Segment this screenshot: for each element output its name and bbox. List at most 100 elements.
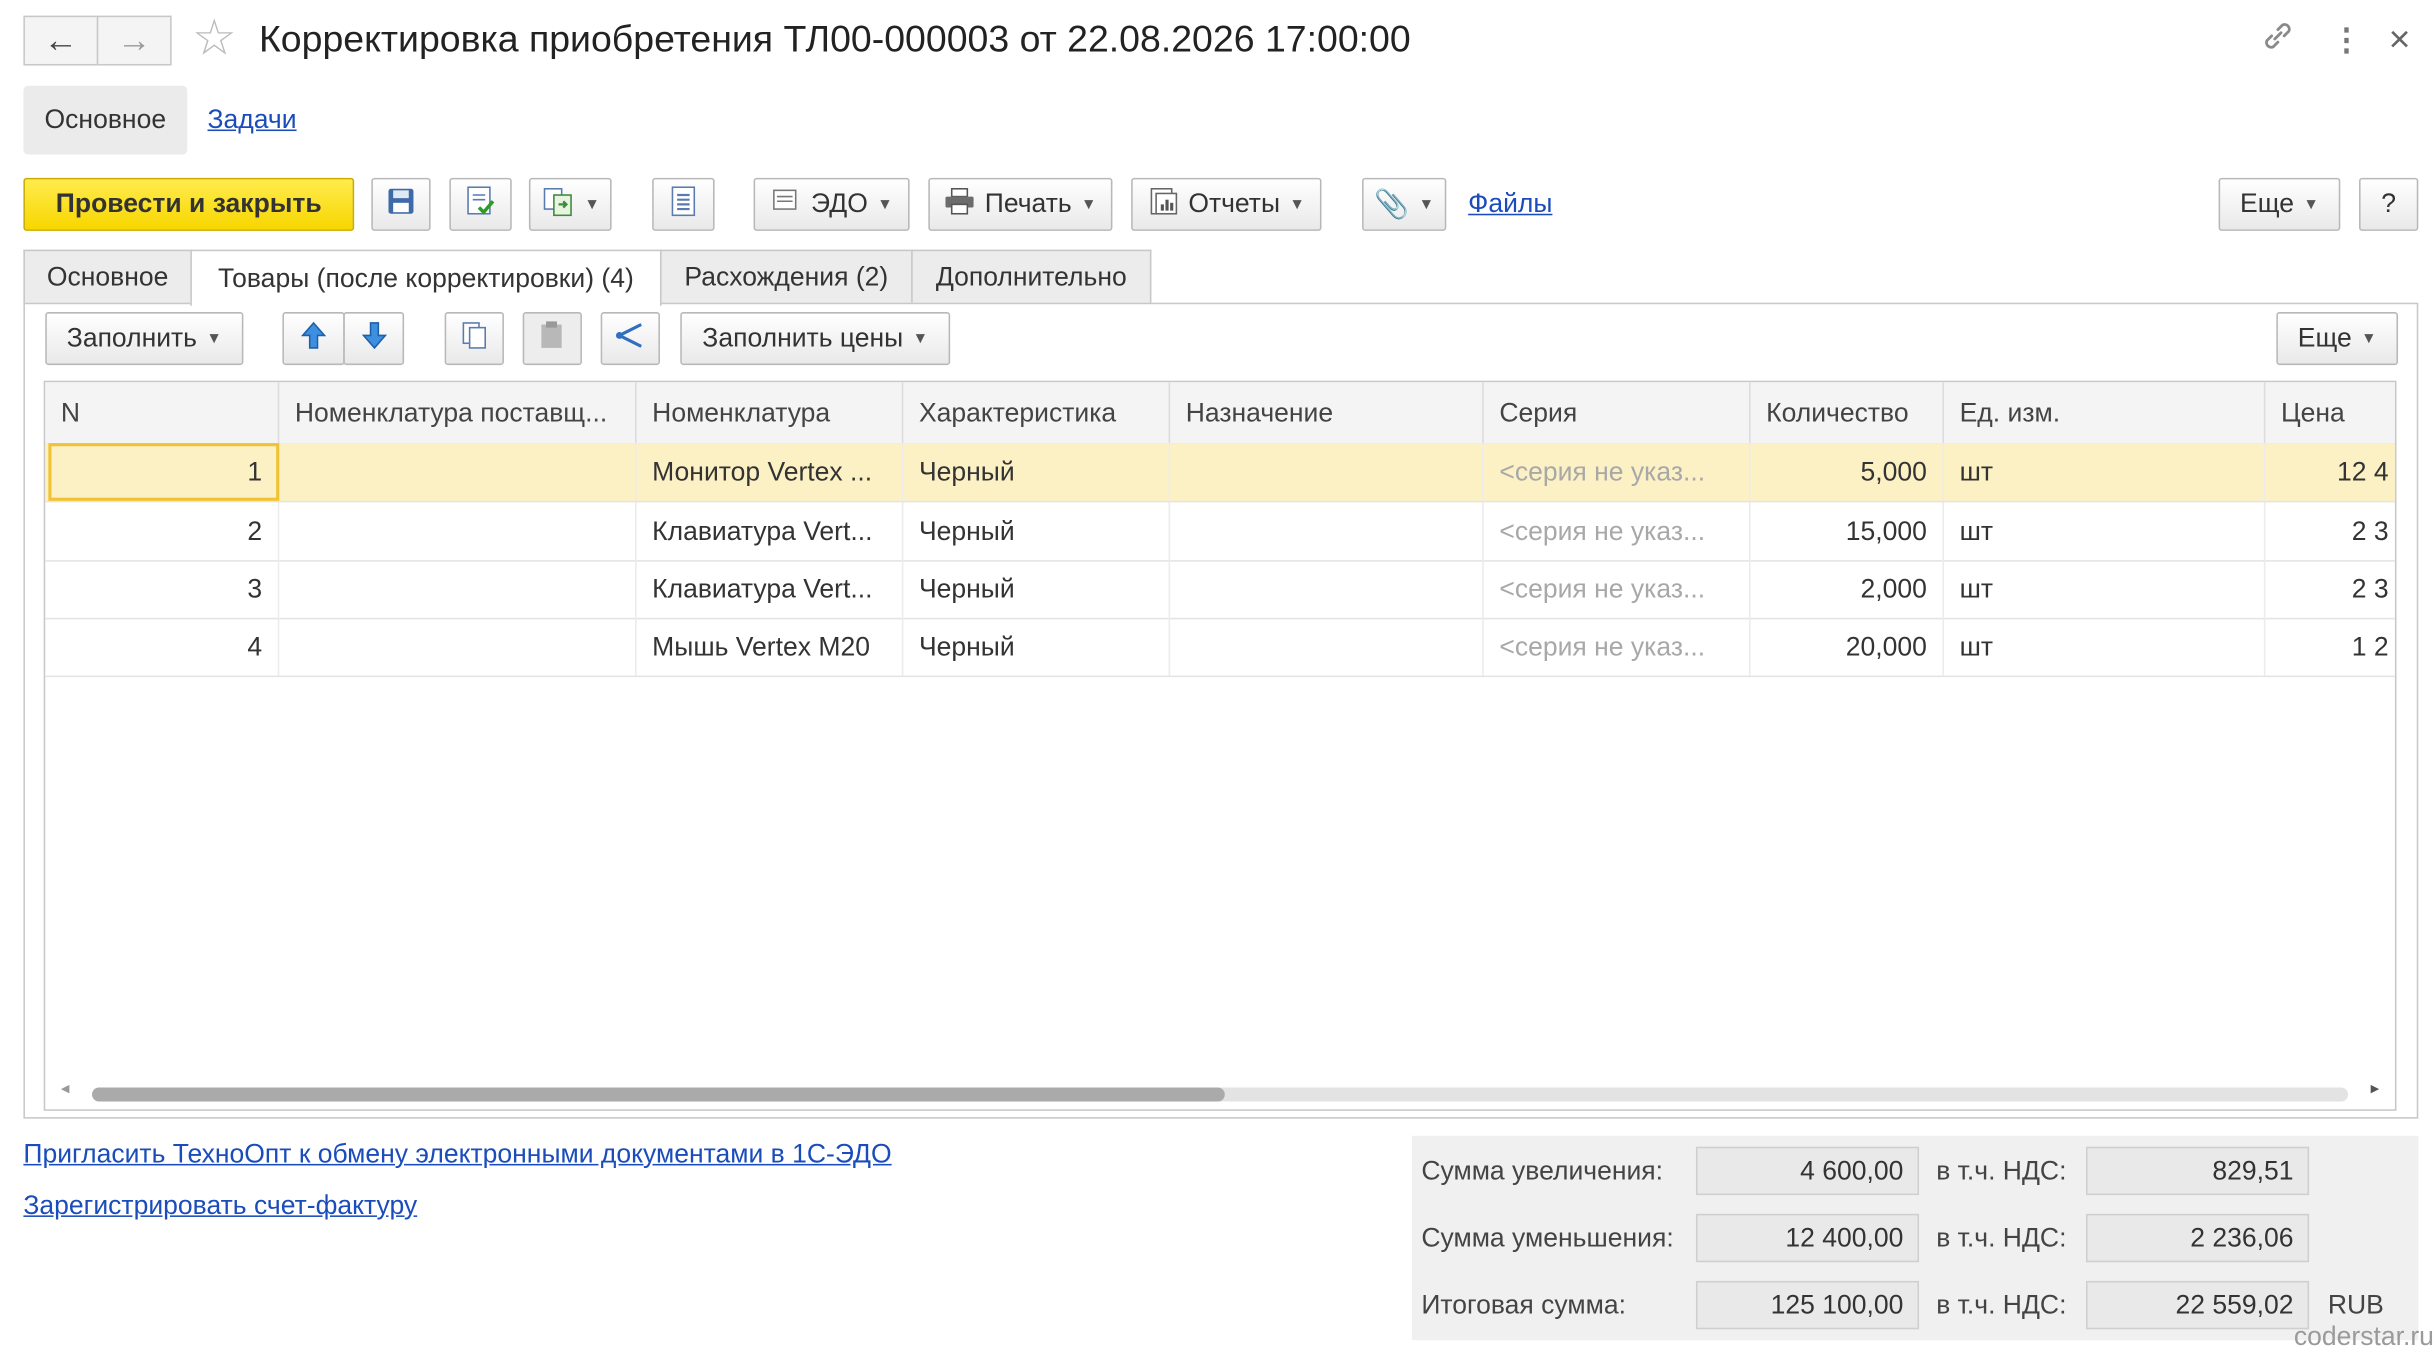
- attach-files-button[interactable]: 📎 ▼: [1362, 177, 1447, 231]
- cell-unit[interactable]: шт: [1944, 560, 2266, 618]
- invite-edo-link[interactable]: Пригласить ТехноОпт к обмену электронным…: [23, 1139, 891, 1170]
- reports-icon: [1148, 185, 1179, 224]
- cell-quantity[interactable]: 2,000: [1751, 560, 1945, 618]
- column-header-quantity[interactable]: Количество: [1751, 382, 1945, 444]
- cell-purpose[interactable]: [1170, 560, 1484, 618]
- more-menu-icon[interactable]: ⋮: [2331, 19, 2362, 63]
- table-more-button[interactable]: Еще ▼: [2276, 312, 2399, 366]
- cell-unit[interactable]: шт: [1944, 502, 2266, 561]
- cell-supplier-item[interactable]: [279, 502, 637, 561]
- cell-price[interactable]: 2 3: [2265, 502, 2394, 560]
- cell-unit[interactable]: шт: [1944, 443, 2266, 501]
- document-title: Корректировка приобретения ТЛ00-000003 о…: [258, 18, 1411, 61]
- print-button[interactable]: Печать ▼: [928, 177, 1113, 231]
- cell-characteristic[interactable]: Черный: [903, 502, 1171, 561]
- save-button[interactable]: [371, 177, 431, 231]
- table-row[interactable]: 2 Клавиатура Vert... Черный <серия не ук…: [45, 502, 2395, 562]
- cell-price[interactable]: 2 3: [2265, 560, 2394, 618]
- increase-label: Сумма увеличения:: [1421, 1156, 1664, 1186]
- scroll-right-icon[interactable]: ▸: [2371, 1078, 2380, 1099]
- post-button[interactable]: [449, 177, 512, 231]
- cell-item[interactable]: Клавиатура Vert...: [637, 560, 904, 618]
- cell-characteristic[interactable]: Черный: [903, 617, 1171, 676]
- table-row[interactable]: 4 Мышь Vertex M20 Черный <серия не указ.…: [45, 617, 2395, 678]
- tab-main[interactable]: Основное: [23, 249, 192, 305]
- paste-button[interactable]: [522, 312, 582, 366]
- cell-n[interactable]: 2: [48, 502, 280, 561]
- chevron-down-icon: ▼: [1289, 195, 1305, 213]
- column-header-characteristic[interactable]: Характеристика: [903, 382, 1171, 444]
- decrease-vat-label: в т.ч. НДС:: [1936, 1223, 2067, 1253]
- arrow-up-icon: [300, 320, 327, 357]
- cell-quantity[interactable]: 20,000: [1751, 617, 1945, 676]
- post-and-close-button[interactable]: Провести и закрыть: [23, 177, 355, 231]
- cell-purpose[interactable]: [1170, 443, 1484, 501]
- column-header-n[interactable]: N: [45, 382, 280, 444]
- scrollbar-thumb[interactable]: [92, 1087, 1225, 1102]
- cell-price[interactable]: 12 4: [2265, 443, 2394, 501]
- column-header-price[interactable]: Цена: [2265, 382, 2394, 443]
- cell-characteristic[interactable]: Черный: [903, 560, 1171, 618]
- back-button[interactable]: ←: [23, 15, 99, 66]
- section-main[interactable]: Основное: [23, 85, 188, 155]
- cell-item[interactable]: Клавиатура Vert...: [637, 502, 904, 561]
- currency-label: RUB: [2327, 1290, 2384, 1320]
- tab-goods[interactable]: Товары (после корректировки) (4): [190, 249, 662, 306]
- cell-quantity[interactable]: 5,000: [1751, 443, 1945, 501]
- files-link[interactable]: Файлы: [1468, 189, 1552, 220]
- cell-characteristic[interactable]: Черный: [903, 443, 1171, 501]
- cell-unit[interactable]: шт: [1944, 617, 2266, 676]
- cell-series[interactable]: <серия не указ...: [1484, 443, 1751, 501]
- cell-price[interactable]: 1 2: [2265, 618, 2394, 676]
- table-row[interactable]: 1 Монитор Vertex ... Черный <серия не ук…: [45, 443, 2395, 503]
- cell-purpose[interactable]: [1170, 502, 1484, 561]
- move-up-button[interactable]: [282, 312, 345, 366]
- reports-button[interactable]: Отчеты ▼: [1131, 177, 1322, 231]
- column-header-purpose[interactable]: Назначение: [1170, 382, 1484, 444]
- split-row-button[interactable]: [600, 312, 660, 366]
- scroll-left-icon[interactable]: ◂: [61, 1078, 70, 1099]
- cell-item[interactable]: Мышь Vertex M20: [637, 617, 904, 676]
- cell-n[interactable]: 3: [48, 560, 280, 618]
- edo-icon: [770, 186, 801, 222]
- more-button[interactable]: Еще ▼: [2218, 177, 2341, 231]
- edo-button[interactable]: ЭДО ▼: [753, 177, 910, 231]
- cell-series[interactable]: <серия не указ...: [1484, 502, 1751, 561]
- fill-prices-button[interactable]: Заполнить цены ▼: [680, 312, 951, 366]
- help-button[interactable]: ?: [2359, 177, 2419, 231]
- fill-button[interactable]: Заполнить ▼: [45, 312, 244, 366]
- print-label: Печать: [984, 188, 1072, 219]
- total-value-field: 125 100,00: [1695, 1280, 1920, 1330]
- column-header-series[interactable]: Серия: [1484, 382, 1751, 444]
- forward-button[interactable]: →: [96, 15, 172, 66]
- journal-button[interactable]: [652, 177, 715, 231]
- tab-discrepancies[interactable]: Расхождения (2): [659, 249, 913, 305]
- move-down-button[interactable]: [343, 312, 405, 366]
- decrease-value-field: 12 400,00: [1695, 1213, 1920, 1263]
- copy-button[interactable]: [444, 312, 504, 366]
- link-icon[interactable]: [2261, 19, 2295, 66]
- cell-series[interactable]: <серия не указ...: [1484, 560, 1751, 618]
- close-icon[interactable]: ×: [2389, 19, 2411, 63]
- cell-supplier-item[interactable]: [279, 617, 637, 676]
- goods-table[interactable]: N Номенклатура поставщ... Номенклатура Х…: [43, 380, 2397, 1111]
- section-tasks-link[interactable]: Задачи: [208, 105, 297, 136]
- cell-item[interactable]: Монитор Vertex ...: [637, 443, 904, 501]
- favorite-star-icon[interactable]: ☆: [192, 9, 237, 65]
- table-row[interactable]: 3 Клавиатура Vert... Черный <серия не ук…: [45, 560, 2395, 620]
- cell-quantity[interactable]: 15,000: [1751, 502, 1945, 561]
- paperclip-icon: 📎: [1374, 188, 1410, 220]
- tab-additional[interactable]: Дополнительно: [911, 249, 1152, 305]
- column-header-item[interactable]: Номенклатура: [637, 382, 904, 444]
- horizontal-scrollbar[interactable]: ◂ ▸: [45, 1075, 2395, 1109]
- register-invoice-link[interactable]: Зарегистрировать счет-фактуру: [23, 1190, 417, 1221]
- create-based-on-button[interactable]: ▼: [528, 177, 612, 231]
- cell-purpose[interactable]: [1170, 617, 1484, 676]
- cell-supplier-item[interactable]: [279, 443, 637, 501]
- cell-n[interactable]: 1: [48, 443, 280, 501]
- column-header-unit[interactable]: Ед. изм.: [1944, 382, 2266, 444]
- cell-series[interactable]: <серия не указ...: [1484, 617, 1751, 676]
- cell-n[interactable]: 4: [48, 617, 280, 676]
- cell-supplier-item[interactable]: [279, 560, 637, 618]
- column-header-supplier-item[interactable]: Номенклатура поставщ...: [279, 382, 637, 444]
